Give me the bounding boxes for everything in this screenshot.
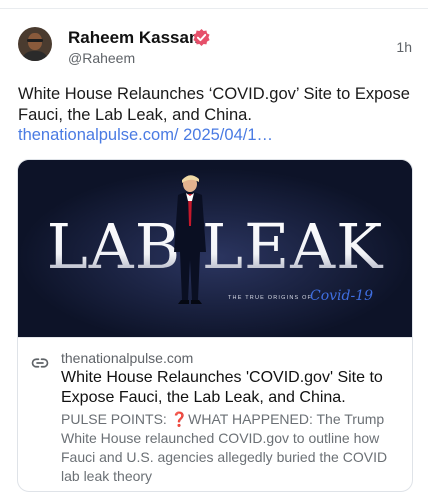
card-description: PULSE POINTS: ❓WHAT HAPPENED: The Trump … [61, 410, 406, 486]
author-display-name[interactable]: Raheem Kassam [68, 28, 204, 48]
post-link[interactable]: thenationalpulse.com/ 2025/04/1… [18, 126, 273, 144]
link-icon [31, 358, 49, 368]
question-mark-icon: ❓ [170, 411, 189, 427]
card-image-tagline: THE TRUE ORIGINS OF [228, 295, 312, 301]
avatar-body [21, 51, 49, 61]
avatar[interactable] [18, 27, 52, 61]
author-handle[interactable]: @Raheem [68, 50, 135, 66]
card-image-art: LAB LEAK THE TRUE ORIGINS OF Covid-19 [18, 160, 412, 337]
avatar-glasses [27, 39, 43, 42]
card-image-headline: LAB LEAK [47, 210, 384, 283]
card-title[interactable]: White House Relaunches 'COVID.gov' Site … [61, 368, 401, 408]
card-image[interactable]: LAB LEAK THE TRUE ORIGINS OF Covid-19 [18, 160, 412, 337]
verified-badge-icon [193, 28, 210, 46]
post-timestamp[interactable]: 1h [396, 39, 412, 55]
card-image-script: Covid-19 [310, 288, 373, 304]
top-divider [0, 8, 428, 9]
card-description-prefix: PULSE POINTS: [61, 411, 167, 427]
card-info[interactable]: thenationalpulse.com White House Relaunc… [18, 337, 412, 491]
link-preview-card[interactable]: LAB LEAK THE TRUE ORIGINS OF Covid-19 th… [17, 159, 413, 492]
post-body: White House Relaunches ‘COVID.gov’ Site … [18, 84, 413, 146]
card-domain: thenationalpulse.com [61, 350, 194, 366]
post-text: White House Relaunches ‘COVID.gov’ Site … [18, 85, 410, 124]
